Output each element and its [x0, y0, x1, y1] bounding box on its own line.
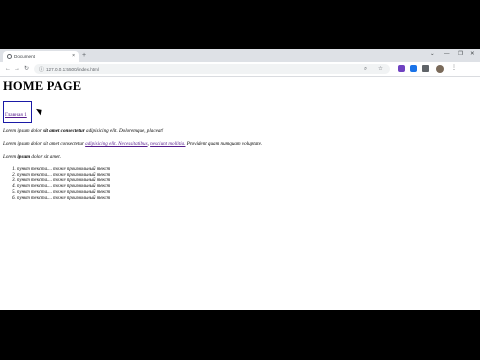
- paragraph-link[interactable]: nesciunt mollitia.: [150, 141, 185, 147]
- bookmark-star-icon[interactable]: ☆: [378, 66, 383, 72]
- reload-button[interactable]: ↻: [24, 65, 29, 73]
- toolbar: ← → ↻ ⓘ 127.0.0.1:5500/index.html ⌕ ☆ ⋮: [0, 62, 480, 77]
- ordered-list: пункт текста.... тоже произвольный текст…: [3, 167, 473, 201]
- extension-icon[interactable]: [398, 65, 405, 72]
- tab-document[interactable]: Document ×: [3, 51, 79, 62]
- new-tab-button[interactable]: +: [82, 51, 86, 60]
- puzzle-icon[interactable]: [422, 65, 429, 72]
- link-box[interactable]: Главная 1: [3, 101, 32, 123]
- paragraph-2: Lorem ipsum dolor sit amet consectetur a…: [3, 141, 263, 147]
- globe-icon: [7, 54, 12, 59]
- forward-button[interactable]: →: [14, 65, 20, 73]
- browser-chrome: Document × + ⌄ — ❐ ✕ ← → ↻ ⓘ 127.0.0.1:5…: [0, 49, 480, 77]
- address-bar[interactable]: ⓘ 127.0.0.1:5500/index.html ⌕ ☆: [34, 64, 390, 74]
- kebab-menu-icon[interactable]: ⋮: [451, 64, 457, 71]
- url-text: 127.0.0.1:5500/index.html: [46, 66, 99, 72]
- paragraph-1: Lorem ipsum dolor sit amet consectetur a…: [3, 128, 164, 134]
- info-icon[interactable]: ⓘ: [39, 66, 44, 73]
- page-title: HOME PAGE: [3, 79, 82, 93]
- main-link[interactable]: Главная 1: [5, 112, 27, 118]
- tab-strip: Document × + ⌄ — ❐ ✕: [0, 49, 480, 62]
- tab-search-icon[interactable]: ⌄: [430, 51, 435, 57]
- back-button[interactable]: ←: [5, 65, 11, 73]
- paragraph-link[interactable]: adipisicing elit. Necessitatibus: [85, 141, 147, 147]
- close-window-button[interactable]: ✕: [470, 51, 475, 57]
- list-item: пункт текста.... тоже произвольный текст: [17, 196, 473, 202]
- avatar[interactable]: [436, 65, 444, 73]
- page-content: HOME PAGE Главная 1 Lorem ipsum dolor si…: [3, 79, 473, 201]
- minimize-button[interactable]: —: [444, 51, 450, 57]
- zoom-icon[interactable]: ⌕: [364, 66, 367, 73]
- extension-icon[interactable]: [410, 65, 417, 72]
- close-tab-icon[interactable]: ×: [72, 53, 75, 59]
- tab-title: Document: [14, 54, 35, 59]
- paragraph-3: Lorem ipsum dolor sit amet.: [3, 154, 61, 160]
- maximize-button[interactable]: ❐: [458, 51, 463, 57]
